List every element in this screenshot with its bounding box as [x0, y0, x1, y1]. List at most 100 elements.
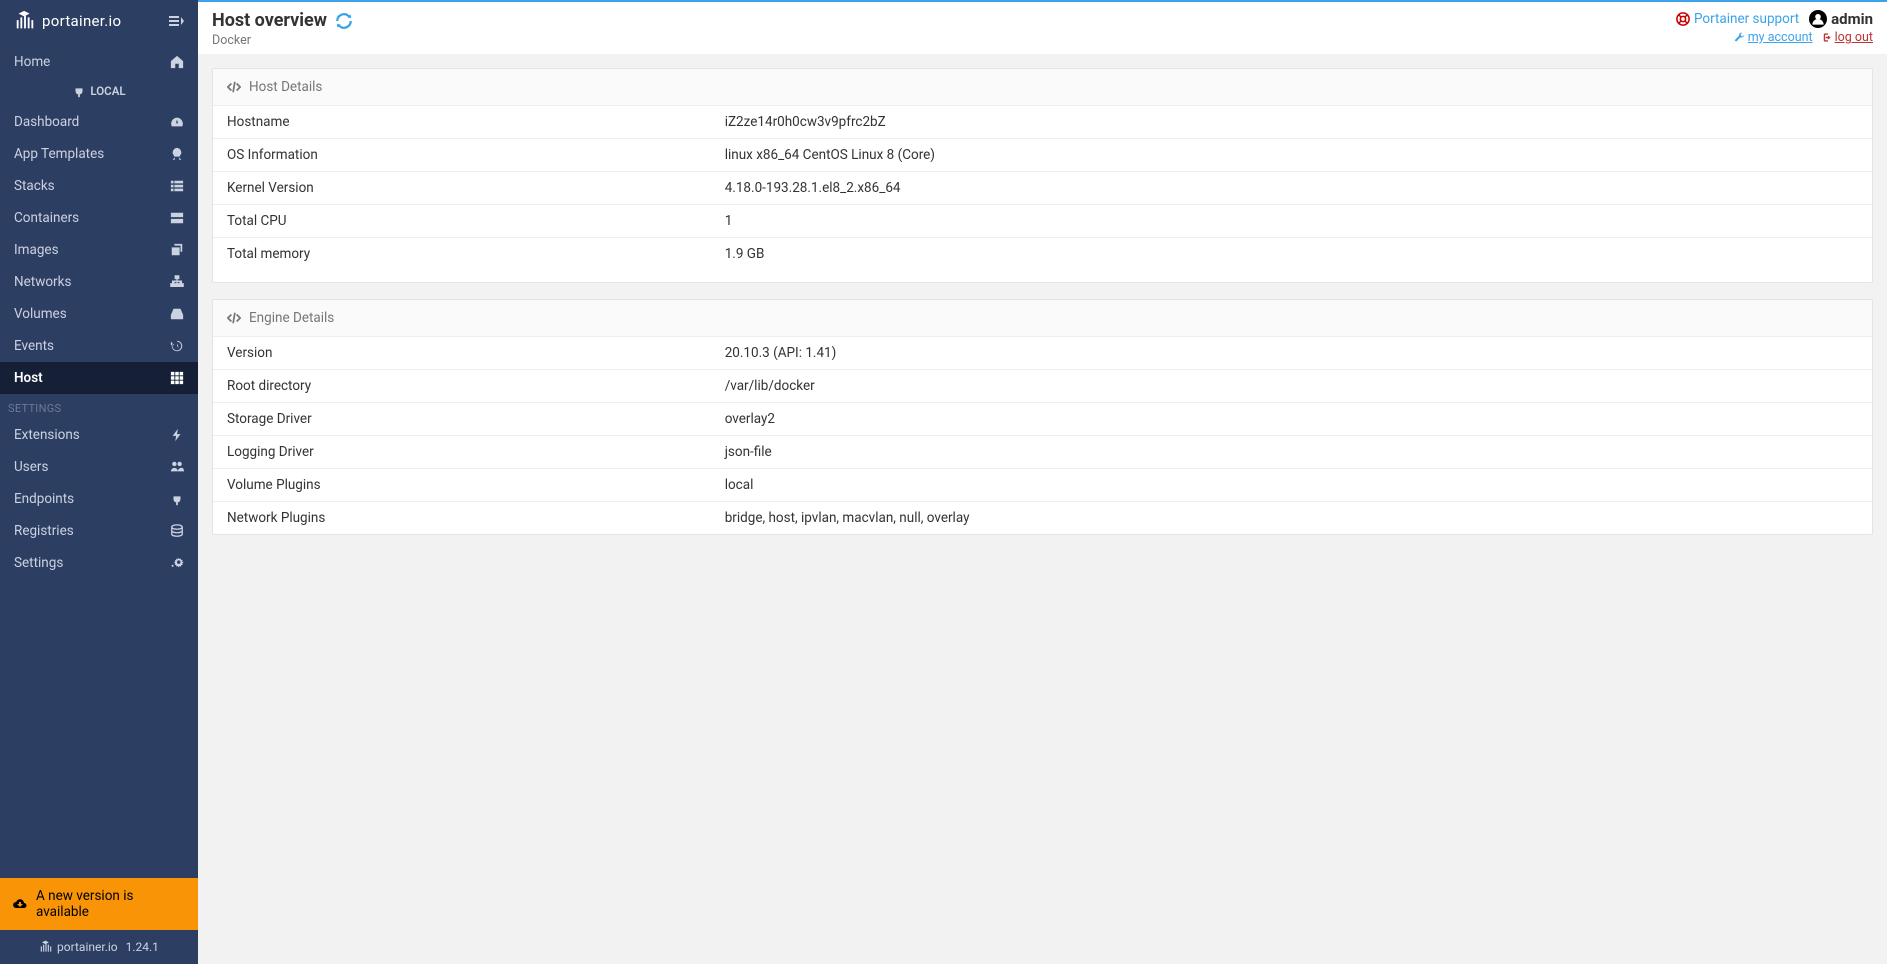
- portainer-logo-icon: [14, 10, 36, 32]
- nav-item-home[interactable]: Home: [0, 46, 198, 78]
- nav-item-label: Host: [14, 370, 43, 386]
- nav-item-label: Networks: [14, 274, 71, 290]
- nav-item-stacks[interactable]: Stacks: [0, 170, 198, 202]
- sitemap-icon: [170, 275, 184, 289]
- row-value: local: [711, 469, 1872, 502]
- table-row: Network Pluginsbridge, host, ipvlan, mac…: [213, 502, 1872, 535]
- nav-item-dashboard[interactable]: Dashboard: [0, 106, 198, 138]
- my-account-link[interactable]: my account: [1734, 30, 1813, 45]
- nav-item-registries[interactable]: Registries: [0, 515, 198, 547]
- nav-item-extensions[interactable]: Extensions: [0, 419, 198, 451]
- sidebar-header: portainer.io: [0, 0, 198, 42]
- nav-item-label: Stacks: [14, 178, 55, 194]
- row-value: bridge, host, ipvlan, macvlan, null, ove…: [711, 502, 1872, 535]
- table-row: Version20.10.3 (API: 1.41): [213, 337, 1872, 370]
- plug-icon: [72, 84, 86, 98]
- table-row: Root directory/var/lib/docker: [213, 370, 1872, 403]
- version-label: 1.24.1: [126, 940, 159, 954]
- row-value: 1.9 GB: [711, 238, 1872, 271]
- table-row: Volume Pluginslocal: [213, 469, 1872, 502]
- users-icon: [170, 460, 184, 474]
- th-icon: [170, 371, 184, 385]
- title-block: Host overview Docker: [212, 10, 353, 48]
- main: Host overview Docker Portainer support: [198, 0, 1887, 964]
- plug-icon: [170, 492, 184, 506]
- logo[interactable]: portainer.io: [14, 10, 121, 32]
- nav-item-label: App Templates: [14, 146, 104, 162]
- panel-header: Host Details: [213, 69, 1872, 106]
- row-value: iZ2ze14r0h0cw3v9pfrc2bZ: [711, 106, 1872, 139]
- home-icon: [170, 55, 184, 69]
- user-label: admin: [1809, 10, 1873, 28]
- page-subtitle: Docker: [212, 33, 353, 48]
- logout-link[interactable]: log out: [1821, 30, 1873, 45]
- engine-details-panel: Engine Details Version20.10.3 (API: 1.41…: [212, 299, 1873, 535]
- database-icon: [170, 524, 184, 538]
- portainer-logo-icon: [39, 940, 53, 954]
- table-row: Total memory1.9 GB: [213, 238, 1872, 271]
- panel-body: Version20.10.3 (API: 1.41)Root directory…: [213, 337, 1872, 534]
- nav-item-label: Endpoints: [14, 491, 74, 507]
- nav-endpoint[interactable]: LOCAL: [0, 78, 198, 106]
- row-key: Volume Plugins: [213, 469, 711, 502]
- footer-logo[interactable]: portainer.io: [39, 940, 118, 954]
- code-icon: [227, 80, 241, 94]
- row-key: Root directory: [213, 370, 711, 403]
- nav-item-label: Images: [14, 242, 59, 258]
- host-details-table: HostnameiZ2ze14r0h0cw3v9pfrc2bZOS Inform…: [213, 106, 1872, 270]
- nav-item-label: Settings: [14, 555, 63, 571]
- wrench-icon: [1734, 32, 1745, 43]
- nav-item-containers[interactable]: Containers: [0, 202, 198, 234]
- row-key: Hostname: [213, 106, 711, 139]
- row-value: 1: [711, 205, 1872, 238]
- row-value: 4.18.0-193.28.1.el8_2.x86_64: [711, 172, 1872, 205]
- row-value: /var/lib/docker: [711, 370, 1872, 403]
- nav-item-host[interactable]: Host: [0, 362, 198, 394]
- nav-item-label: Registries: [14, 523, 74, 539]
- nav-item-users[interactable]: Users: [0, 451, 198, 483]
- nav-item-label: Volumes: [14, 306, 67, 322]
- tachometer-icon: [170, 115, 184, 129]
- server-icon: [170, 211, 184, 225]
- nav-item-app-templates[interactable]: App Templates: [0, 138, 198, 170]
- nav-item-events[interactable]: Events: [0, 330, 198, 362]
- th-list-icon: [170, 179, 184, 193]
- life-ring-icon: [1676, 12, 1690, 26]
- nav-item-label: Events: [14, 338, 54, 354]
- row-key: Storage Driver: [213, 403, 711, 436]
- nav-item-settings[interactable]: Settings: [0, 547, 198, 579]
- table-row: OS Informationlinux x86_64 CentOS Linux …: [213, 139, 1872, 172]
- nav-item-images[interactable]: Images: [0, 234, 198, 266]
- row-key: Network Plugins: [213, 502, 711, 535]
- sidebar: portainer.io HomeLOCALDashboard App Templ…: [0, 0, 198, 964]
- row-key: Kernel Version: [213, 172, 711, 205]
- nav-item-networks[interactable]: Networks: [0, 266, 198, 298]
- table-row: Total CPU1: [213, 205, 1872, 238]
- engine-details-table: Version20.10.3 (API: 1.41)Root directory…: [213, 337, 1872, 534]
- support-link[interactable]: Portainer support: [1676, 11, 1799, 27]
- row-value: overlay2: [711, 403, 1872, 436]
- table-row: Logging Driverjson-file: [213, 436, 1872, 469]
- nav-item-endpoints[interactable]: Endpoints: [0, 483, 198, 515]
- update-banner[interactable]: A new version is available: [0, 878, 198, 930]
- table-row: Storage Driveroverlay2: [213, 403, 1872, 436]
- sidebar-toggle-icon[interactable]: [168, 13, 184, 29]
- refresh-button[interactable]: [335, 12, 353, 30]
- cloud-download-icon: [12, 896, 28, 912]
- row-key: OS Information: [213, 139, 711, 172]
- nav-item-label: Users: [14, 459, 48, 475]
- nav-item-volumes[interactable]: Volumes: [0, 298, 198, 330]
- row-key: Total CPU: [213, 205, 711, 238]
- nav-item-label: Containers: [14, 210, 79, 226]
- topbar: Host overview Docker Portainer support: [198, 0, 1887, 54]
- cogs-icon: [170, 556, 184, 570]
- nav: HomeLOCALDashboard App Templates Stacks Con…: [0, 42, 198, 878]
- sign-out-icon: [1821, 32, 1832, 43]
- rocket-icon: [170, 147, 184, 161]
- history-icon: [170, 339, 184, 353]
- hdd-icon: [170, 307, 184, 321]
- panel-body: HostnameiZ2ze14r0h0cw3v9pfrc2bZOS Inform…: [213, 106, 1872, 282]
- row-value: json-file: [711, 436, 1872, 469]
- host-details-panel: Host Details HostnameiZ2ze14r0h0cw3v9pfr…: [212, 68, 1873, 283]
- table-row: HostnameiZ2ze14r0h0cw3v9pfrc2bZ: [213, 106, 1872, 139]
